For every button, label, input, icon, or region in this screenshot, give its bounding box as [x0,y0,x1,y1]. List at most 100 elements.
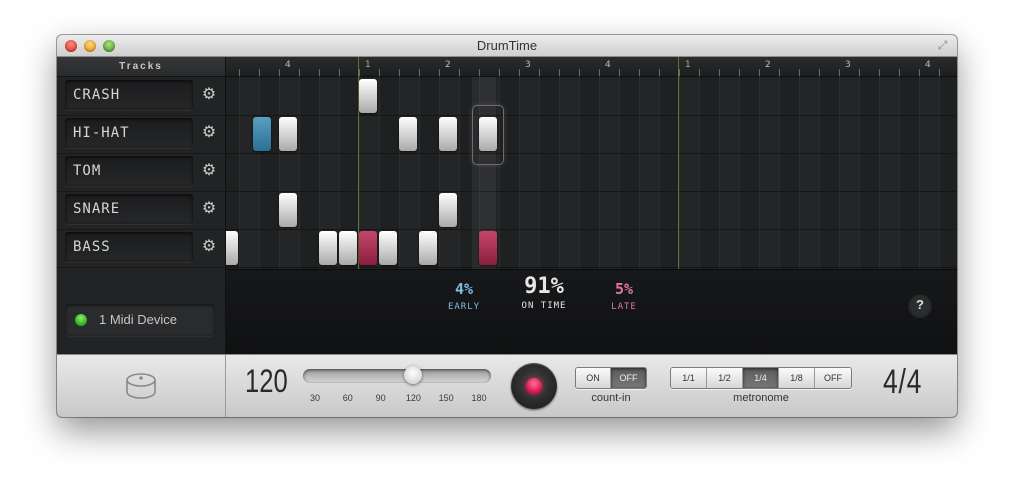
tempo-scale-label: 30 [309,393,321,403]
tempo-scale-label: 60 [342,393,353,403]
note-bass[interactable] [339,231,357,265]
on-time-value: 91% [524,274,564,299]
sequencer-grid[interactable]: 4 1 2 3 4 1 2 3 4 [226,57,957,269]
ruler-tick [499,69,500,76]
fullscreen-icon[interactable]: ⤢ [936,39,949,52]
app-window: DrumTime ⤢ Tracks CRASH ⚙ HI-HAT ⚙ TOM ⚙… [57,35,957,417]
grid-row-hi-hat [226,115,957,154]
ruler-tick [579,69,580,76]
bar-line [678,57,679,269]
ruler-tick [359,69,360,76]
note-hi-hat[interactable] [399,117,417,151]
late-value: 5% [614,280,634,298]
gear-icon[interactable]: ⚙ [201,124,217,142]
track-row-snare: SNARE ⚙ [57,191,225,230]
note-bass[interactable] [226,231,238,265]
ruler-tick [699,69,700,76]
track-row-bass: BASS ⚙ [57,229,225,268]
tempo-slider[interactable] [303,366,491,384]
ruler-tick [399,69,400,76]
note-bass[interactable] [379,231,397,265]
grid-row-tom [226,153,957,192]
grid-row-snare [226,191,957,230]
metronome-option-1-1[interactable]: 1/1 [671,368,707,388]
drum-kit-button[interactable] [57,355,226,417]
ruler-tick [739,69,740,76]
ruler-tick [319,69,320,76]
ruler-label: 1 [365,60,371,70]
midi-device-status[interactable]: 1 Midi Device [65,304,215,336]
note-hi-hat-early[interactable] [253,117,271,151]
ruler-label: 4 [925,60,931,70]
record-button[interactable] [511,363,557,409]
tracks-header: Tracks [57,57,225,77]
ruler-tick [259,69,260,76]
ruler-tick [299,69,300,76]
ruler-tick [799,69,800,76]
gear-icon[interactable]: ⚙ [201,162,217,180]
note-snare[interactable] [439,193,457,227]
window-title: DrumTime [476,38,538,53]
metronome-option-off[interactable]: OFF [815,368,851,388]
early-value: 4% [454,280,474,298]
note-crash[interactable] [359,79,377,113]
record-icon [526,378,542,394]
grid-row-crash [226,77,957,116]
ruler-tick [879,69,880,76]
tempo-slider-knob[interactable] [404,366,423,384]
metronome-option-1-2[interactable]: 1/2 [707,368,743,388]
ruler-label: 3 [525,60,531,70]
ruler-tick [759,69,760,76]
track-name[interactable]: SNARE [65,194,193,224]
count-in-option-on[interactable]: ON [576,368,611,388]
ruler-label: 4 [285,60,291,70]
gear-icon[interactable]: ⚙ [201,238,217,256]
ruler-tick [939,69,940,76]
ruler-tick [919,69,920,76]
tempo-scale-label: 150 [438,393,454,403]
track-name[interactable]: CRASH [65,80,193,110]
ruler-tick [659,69,660,76]
ruler-label: 3 [845,60,851,70]
time-signature[interactable]: 4/4 [883,363,922,402]
tempo-scale: 30 60 90 120 150 180 [303,393,503,407]
ruler-tick [899,69,900,76]
note-hi-hat-selected[interactable] [479,117,497,151]
ruler-tick [479,69,480,76]
track-name[interactable]: HI-HAT [65,118,193,148]
ruler-tick [539,69,540,76]
note-snare[interactable] [279,193,297,227]
ruler-tick [679,69,680,76]
ruler-tick [239,69,240,76]
on-time-label: ON TIME [521,301,567,311]
note-hi-hat[interactable] [279,117,297,151]
gear-icon[interactable]: ⚙ [201,200,217,218]
ruler-tick [599,69,600,76]
track-name[interactable]: TOM [65,156,193,186]
metronome-option-1-4[interactable]: 1/4 [743,368,779,388]
ruler-tick [379,69,380,76]
note-bass-late[interactable] [359,231,377,265]
late-stat: 5% LATE [594,280,654,312]
count-in-option-off[interactable]: OFF [611,368,646,388]
note-bass[interactable] [419,231,437,265]
tempo-scale-label: 180 [471,393,487,403]
ruler-label: 2 [765,60,771,70]
early-label: EARLY [447,302,481,312]
note-bass-late[interactable] [479,231,497,265]
drum-icon [126,373,156,399]
ruler-tick [439,69,440,76]
note-bass[interactable] [319,231,337,265]
note-hi-hat[interactable] [439,117,457,151]
ruler-tick [619,69,620,76]
gear-icon[interactable]: ⚙ [201,86,217,104]
ruler-tick [419,69,420,76]
midi-status-led-icon [75,314,87,326]
midi-device-label: 1 Midi Device [99,312,178,327]
timeline-ruler[interactable]: 4 1 2 3 4 1 2 3 4 [226,57,957,77]
help-button[interactable]: ? [908,293,932,317]
track-name[interactable]: BASS [65,232,193,262]
ruler-label: 4 [605,60,611,70]
tempo-scale-label: 90 [375,393,386,403]
metronome-option-1-8[interactable]: 1/8 [779,368,815,388]
